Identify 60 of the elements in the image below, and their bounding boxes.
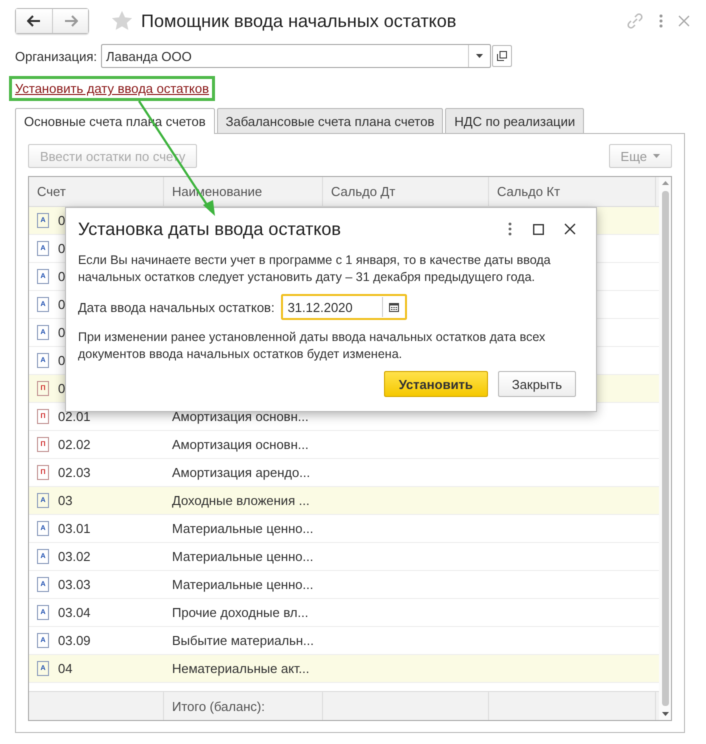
- date-label: Дата ввода начальных остатков:: [78, 300, 275, 314]
- table-cell: 04: [58, 661, 72, 676]
- table-cell: 03.04: [58, 605, 91, 620]
- table-cell: 0: [58, 297, 66, 312]
- column-header[interactable]: Сальдо Дт: [323, 177, 489, 206]
- table-cell: 03: [58, 493, 72, 508]
- table-cell: 0: [58, 269, 66, 284]
- table-cell: 0: [58, 381, 66, 396]
- table-cell: Материальные ценно...: [172, 577, 314, 592]
- scroll-down-icon[interactable]: [662, 712, 668, 716]
- column-header[interactable]: Сальдо Кт: [489, 177, 656, 206]
- calendar-icon[interactable]: [388, 302, 399, 312]
- dropdown-icon: [653, 154, 660, 158]
- table-cell: 03.02: [58, 549, 91, 564]
- table-cell: Прочие доходные вл...: [172, 605, 308, 620]
- more-icon[interactable]: [658, 13, 664, 29]
- close-icon[interactable]: [564, 223, 576, 235]
- scrollbar[interactable]: [659, 177, 671, 720]
- info-text: Если Вы начинаете вести учет в программе с 1 января, то в качестве даты ввода начальных остатков следует установить дату – 31 декабря предыдущего года.: [78, 252, 552, 286]
- table-cell: Амортизация арендо...: [172, 465, 310, 480]
- table-cell: 03.09: [58, 633, 91, 648]
- dropdown-icon[interactable]: [476, 54, 483, 58]
- window-title: Помощник ввода начальных остатков: [141, 10, 456, 32]
- maximize-icon[interactable]: [533, 224, 544, 234]
- close-button[interactable]: Закрыть: [498, 371, 576, 397]
- dialog-title: Установка даты ввода остатков: [78, 218, 341, 240]
- table-cell: 03.01: [58, 521, 91, 536]
- table-cell: Доходные вложения ...: [172, 493, 310, 508]
- table-cell: Материальные ценно...: [172, 521, 314, 536]
- open-window-icon: [497, 51, 507, 61]
- table-cell: 03.03: [58, 577, 91, 592]
- back-arrow-icon: [27, 15, 41, 27]
- table-cell: Амортизация основн...: [172, 409, 309, 424]
- more-icon[interactable]: [507, 222, 513, 236]
- tab[interactable]: НДС по реализации: [445, 108, 584, 133]
- table-cell: 0: [58, 241, 66, 256]
- table-cell: Выбытие материальн...: [172, 633, 314, 648]
- table-cell: 0: [58, 213, 66, 228]
- forward-arrow-icon: [64, 15, 78, 27]
- warning-text: При изменении ранее установленной даты ввода начальных остатков дата всех документов ввода начальных остатков будет изменена.: [78, 329, 546, 363]
- table-cell: 02.03: [58, 465, 91, 480]
- star-icon[interactable]: [111, 10, 133, 32]
- set-date-link[interactable]: Установить дату ввода остатков: [15, 81, 210, 96]
- table-cell: 0: [58, 325, 66, 340]
- table-cell: Амортизация основн...: [172, 437, 309, 452]
- organization-field[interactable]: Лаванда ООО: [101, 44, 491, 68]
- set-button[interactable]: Установить: [384, 371, 488, 397]
- table-cell: 0: [58, 353, 66, 368]
- open-button[interactable]: [492, 45, 512, 67]
- column-header[interactable]: Счет: [29, 177, 164, 206]
- scroll-up-icon[interactable]: [662, 181, 668, 185]
- table-cell: Материальные ценно...: [172, 549, 314, 564]
- table-cell: Нематериальные акт...: [172, 661, 310, 676]
- back-button[interactable]: [16, 9, 52, 33]
- table-cell: 02.01: [58, 409, 91, 424]
- tab[interactable]: Забалансовые счета плана счетов: [216, 108, 444, 133]
- table-cell: 02.02: [58, 437, 91, 452]
- organization-label: Организация:: [15, 48, 97, 64]
- date-field[interactable]: 31.12.2020: [280, 294, 407, 320]
- total-label: Итого (баланс):: [164, 692, 323, 720]
